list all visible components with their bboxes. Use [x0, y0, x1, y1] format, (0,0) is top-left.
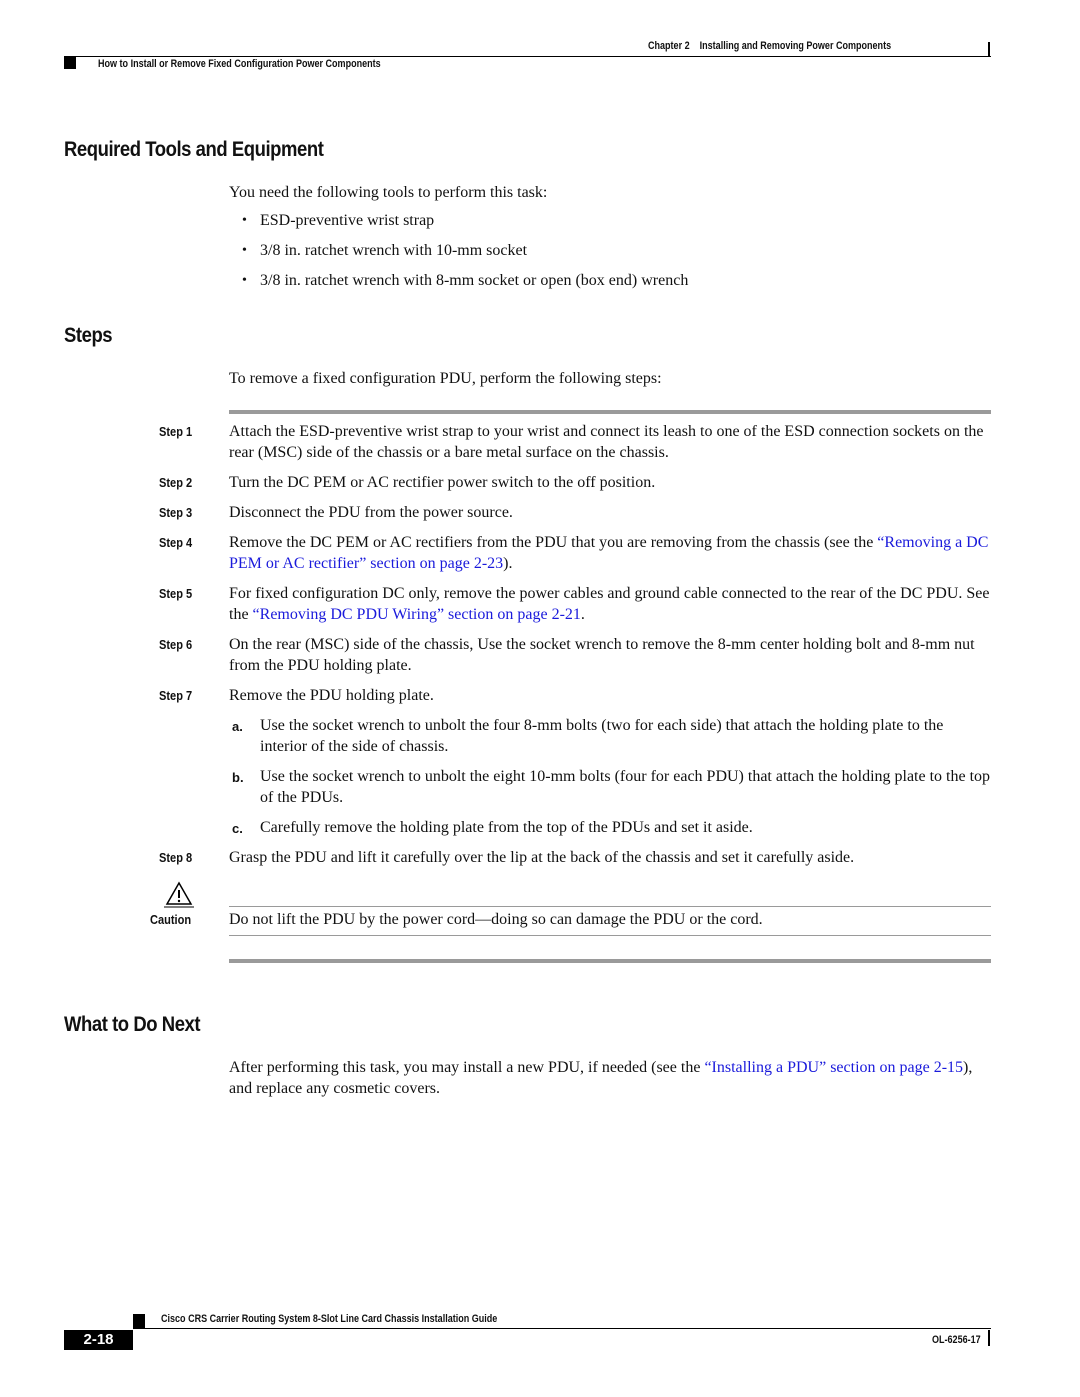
page-number: 2-18 [83, 1331, 114, 1348]
steps-bottom-rule [229, 959, 991, 963]
steps-top-rule [229, 410, 991, 414]
steps-intro: To remove a fixed configuration PDU, per… [229, 370, 662, 387]
substep-label: b. [232, 770, 244, 785]
chapter-title: Installing and Removing Power Components [699, 40, 892, 52]
step-text: For fixed configuration DC only, remove … [229, 583, 991, 625]
header-section: How to Install or Remove Fixed Configura… [98, 58, 381, 70]
header-top-rule [64, 56, 991, 57]
chapter-number: Chapter 2 [648, 40, 690, 52]
footer-book-title: Cisco CRS Carrier Routing System 8-Slot … [161, 1313, 498, 1325]
doc-number: OL-6256-17 [932, 1334, 981, 1346]
link-removing-dc-pdu-wiring[interactable]: “Removing DC PDU Wiring” section on page… [253, 606, 581, 623]
header-left-square [64, 57, 76, 69]
caution-bottom-rule [229, 935, 991, 936]
section-title-tools: Required Tools and Equipment [64, 138, 324, 161]
step-label: Step 4 [159, 535, 193, 550]
step-text-before: Remove the DC PEM or AC rectifiers from … [229, 534, 878, 551]
header-right-bar [988, 42, 990, 56]
footer-left-square [133, 1314, 145, 1329]
step-label: Step 7 [159, 688, 193, 703]
step-label: Step 6 [159, 637, 193, 652]
step-text: On the rear (MSC) side of the chassis, U… [229, 636, 975, 674]
step-label: Step 5 [159, 586, 193, 601]
substep-text: Use the socket wrench to unbolt the four… [260, 717, 944, 755]
caution-top-rule [229, 906, 991, 907]
tools-list-item: 3/8 in. ratchet wrench with 10-mm socket [260, 242, 528, 259]
step-label: Step 8 [159, 850, 193, 865]
step-text: Disconnect the PDU from the power source… [229, 504, 513, 521]
step-text: Attach the ESD-preventive wrist strap to… [229, 423, 984, 461]
tools-list-item: 3/8 in. ratchet wrench with 8-mm socket … [260, 272, 689, 289]
substep-label: c. [232, 821, 243, 836]
substep-label: a. [232, 719, 243, 734]
step-text-after: ). [503, 555, 513, 572]
step-text: Turn the DC PEM or AC rectifier power sw… [229, 474, 656, 491]
warning-triangle-icon [164, 881, 194, 908]
next-paragraph: After performing this task, you may inst… [229, 1057, 991, 1099]
step-label: Step 2 [159, 475, 193, 490]
step-label: Step 1 [159, 424, 193, 439]
tools-intro: You need the following tools to perform … [229, 184, 548, 201]
next-text-before: After performing this task, you may inst… [229, 1059, 705, 1076]
tools-list-item: ESD-preventive wrist strap [260, 212, 435, 229]
substep-text: Carefully remove the holding plate from … [260, 819, 753, 836]
header-chapter: Chapter 2 Installing and Removing Power … [648, 40, 891, 52]
link-installing-pdu[interactable]: “Installing a PDU” section on page 2-15 [704, 1059, 963, 1076]
substep-text: Use the socket wrench to unbolt the eigh… [260, 768, 991, 806]
footer-right-bar [988, 1330, 990, 1346]
step-text: Grasp the PDU and lift it carefully over… [229, 849, 855, 866]
step-label: Step 3 [159, 505, 193, 520]
step-text: Remove the PDU holding plate. [229, 687, 434, 704]
step-text-after: . [580, 606, 585, 623]
footer-rule [133, 1328, 991, 1329]
caution-label: Caution [150, 912, 192, 927]
caution-text: Do not lift the PDU by the power cord—do… [229, 911, 763, 928]
step-text: Remove the DC PEM or AC rectifiers from … [229, 532, 991, 574]
bullet-icon: • [242, 213, 247, 228]
bullet-icon: • [242, 243, 247, 258]
section-title-next: What to Do Next [64, 1013, 201, 1036]
section-title-steps: Steps [64, 324, 113, 347]
bullet-icon: • [242, 273, 247, 288]
